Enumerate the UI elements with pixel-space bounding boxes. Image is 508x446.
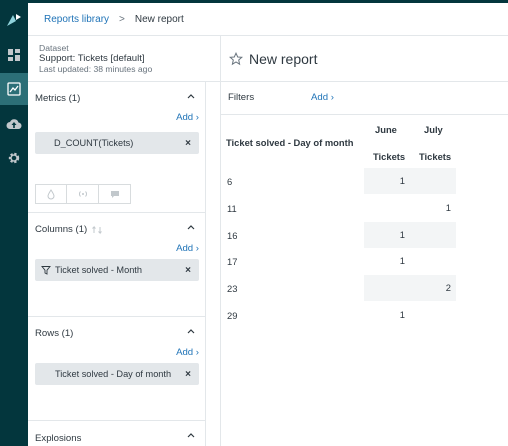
columns-add-link[interactable]: Add ›	[176, 243, 199, 254]
row-remove-button[interactable]: ×	[181, 369, 195, 380]
row-label: 11	[227, 203, 237, 214]
filter-icon[interactable]	[41, 265, 51, 275]
rows-title: Rows (1)	[35, 328, 74, 339]
table-cell	[410, 248, 456, 274]
dataset-label: Dataset	[39, 43, 69, 53]
explosions-section: Explosions	[28, 421, 206, 446]
row-label: 6	[227, 176, 233, 187]
column-remove-button[interactable]: ×	[181, 265, 195, 276]
row-label: 16	[227, 230, 238, 241]
star-icon[interactable]	[229, 51, 243, 66]
dataset-updated: Last updated: 38 minutes ago	[39, 64, 153, 74]
columns-title: Columns (1)	[35, 224, 88, 235]
chevron-up-icon[interactable]	[186, 223, 196, 231]
upload-icon[interactable]	[0, 108, 28, 140]
column-header-july: July	[424, 124, 443, 135]
metric-pill-label: D_COUNT(Tickets)	[54, 138, 134, 148]
chevron-up-icon[interactable]	[186, 431, 196, 439]
rows-section: Rows (1) Add › Ticket solved - Day of mo…	[28, 317, 206, 421]
reports-icon[interactable]	[0, 73, 28, 105]
metrics-section: Metrics (1) Add › D_COUNT(Tickets) ×	[28, 82, 206, 213]
row-dimension-header: Ticket solved - Day of month	[226, 137, 354, 148]
table-cell: 1	[364, 222, 410, 248]
table-cell: 1	[445, 202, 451, 213]
logo-icon[interactable]	[0, 4, 28, 36]
table-cell: 1	[399, 255, 405, 266]
visualization-color-button[interactable]	[35, 184, 67, 204]
column-pill-label: Ticket solved - Month	[55, 265, 142, 275]
row-label: 29	[227, 310, 238, 321]
table-cell	[364, 195, 410, 221]
filters-add-link[interactable]: Add ›	[311, 92, 334, 103]
metric-header-june: Tickets	[373, 151, 406, 162]
report-title[interactable]: New report	[249, 51, 317, 67]
row-pill[interactable]: Ticket solved - Day of month ×	[35, 363, 199, 385]
config-panel: Metrics (1) Add › D_COUNT(Tickets) × Col…	[28, 82, 206, 446]
metric-pill[interactable]: D_COUNT(Tickets) ×	[35, 132, 199, 154]
gear-icon[interactable]	[0, 142, 28, 174]
row-label: 17	[227, 256, 238, 267]
table-cell	[364, 275, 410, 301]
breadcrumb-current: New report	[134, 13, 184, 25]
breadcrumb-reports-library-link[interactable]: Reports library	[44, 14, 109, 25]
visualization-options	[35, 184, 131, 204]
swap-icon[interactable]	[91, 225, 103, 235]
metric-remove-button[interactable]: ×	[181, 138, 195, 149]
metrics-title: Metrics (1)	[35, 93, 81, 104]
table-cell: 2	[410, 275, 456, 301]
column-pill[interactable]: Ticket solved - Month ×	[35, 259, 199, 281]
column-header-june: June	[375, 124, 397, 135]
table-cell: 1	[399, 309, 405, 320]
pivot-table: Ticket solved - Day of month June July T…	[221, 115, 508, 446]
dataset-info: Dataset Support: Tickets [default] Last …	[28, 36, 221, 82]
breadcrumb-separator: >	[119, 13, 125, 25]
row-label: 23	[227, 283, 238, 294]
table-cell	[410, 222, 456, 248]
row-pill-label: Ticket solved - Day of month	[55, 369, 172, 379]
table-cell	[410, 168, 456, 194]
columns-title-wrap: Columns (1)	[35, 224, 103, 235]
metrics-add-link[interactable]: Add ›	[176, 112, 199, 123]
dataset-name[interactable]: Support: Tickets [default]	[39, 53, 220, 65]
table-cell	[410, 302, 456, 328]
comment-icon	[110, 190, 119, 198]
left-nav	[0, 0, 28, 446]
rows-add-link[interactable]: Add ›	[176, 347, 199, 358]
columns-section: Columns (1) Add › Ticket solved - Month …	[28, 213, 206, 317]
explosions-title: Explosions	[35, 433, 82, 444]
visualization-signal-button[interactable]	[67, 184, 99, 204]
chevron-up-icon[interactable]	[186, 327, 196, 335]
report-header: New report	[221, 36, 508, 82]
breadcrumb: Reports library > New report	[28, 3, 508, 36]
dashboards-icon[interactable]	[0, 39, 28, 71]
table-cell: 1	[364, 168, 410, 194]
metric-header-july: Tickets	[419, 151, 452, 162]
filters-label: Filters	[228, 92, 255, 103]
droplet-icon	[47, 188, 55, 199]
filters-bar: Filters Add ›	[221, 82, 508, 115]
signal-icon	[78, 191, 87, 197]
chevron-up-icon[interactable]	[186, 92, 196, 100]
visualization-comment-button[interactable]	[99, 184, 131, 204]
